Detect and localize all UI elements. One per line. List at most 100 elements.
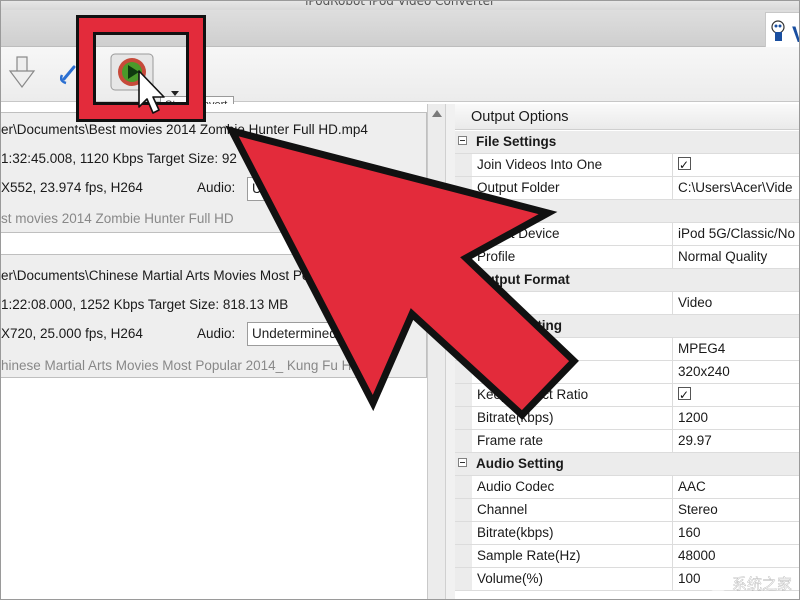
dropdown-arrow-icon[interactable] bbox=[170, 82, 180, 96]
property-name: Bitrate(kbps) bbox=[472, 407, 673, 429]
video-info: X552, 23.974 fps, H264 bbox=[1, 180, 143, 195]
gutter bbox=[455, 177, 472, 199]
gutter bbox=[455, 361, 472, 383]
property-value[interactable]: MPEG4 bbox=[673, 338, 800, 360]
property-name: Audio Codec bbox=[472, 476, 673, 498]
property-value[interactable]: 1200 bbox=[673, 407, 800, 429]
file-info: 1:32:45.008, 1120 Kbps Target Size: 92 bbox=[1, 151, 237, 166]
property-row[interactable]: Keep Aspect Ratio bbox=[455, 384, 800, 407]
audio-label: Audio: bbox=[197, 326, 236, 341]
scroll-up-icon[interactable] bbox=[432, 110, 442, 117]
gutter bbox=[455, 338, 472, 360]
collapse-icon[interactable] bbox=[458, 320, 467, 329]
section-header[interactable]: Video Setting bbox=[455, 315, 800, 338]
gutter bbox=[455, 246, 472, 268]
gutter bbox=[455, 384, 472, 406]
vertical-scrollbar[interactable] bbox=[427, 104, 446, 600]
gutter bbox=[455, 154, 472, 176]
property-name: Video Size bbox=[472, 361, 673, 383]
property-name: Profile bbox=[472, 246, 673, 268]
property-value[interactable]: 160 bbox=[673, 522, 800, 544]
gutter bbox=[455, 545, 472, 567]
gutter bbox=[455, 453, 472, 475]
property-value[interactable]: Video bbox=[673, 292, 800, 314]
list-item[interactable]: er\Documents\Best movies 2014 Zombie Hun… bbox=[0, 112, 427, 233]
property-row[interactable]: Video Size 320x240 bbox=[455, 361, 800, 384]
section-header[interactable]: Output Format bbox=[455, 269, 800, 292]
list-item[interactable]: er\Documents\Chinese Martial Arts Movies… bbox=[0, 254, 427, 378]
gutter bbox=[455, 223, 472, 245]
section-header[interactable] bbox=[455, 200, 800, 223]
watermark-text: 系统之家 bbox=[732, 575, 792, 593]
property-value[interactable] bbox=[673, 384, 800, 406]
output-options-header: Output Options bbox=[455, 104, 800, 130]
property-name: Output Folder bbox=[472, 177, 673, 199]
file-path: er\Documents\Chinese Martial Arts Movies… bbox=[1, 268, 340, 283]
watermark: 系统之家 bbox=[700, 548, 800, 600]
file-name: st movies 2014 Zombie Hunter Full HD bbox=[1, 211, 234, 226]
property-row[interactable]: Video bbox=[455, 292, 800, 315]
file-info: 1:22:08.000, 1252 Kbps Target Size: 818.… bbox=[1, 297, 289, 312]
title-bar: iPodRobot iPod Video Converter bbox=[0, 0, 800, 10]
collapse-icon[interactable] bbox=[458, 458, 467, 467]
video-info: X720, 25.000 fps, H264 bbox=[1, 326, 143, 341]
property-value[interactable]: iPod 5G/Classic/No bbox=[673, 223, 800, 245]
property-value[interactable]: C:\Users\Acer\Vide bbox=[673, 177, 800, 199]
file-name: hinese Martial Arts Movies Most Popular … bbox=[1, 358, 371, 373]
property-value[interactable] bbox=[673, 154, 800, 176]
gutter bbox=[455, 292, 472, 314]
property-value[interactable]: AAC bbox=[673, 476, 800, 498]
property-row[interactable]: Channel Stereo bbox=[455, 499, 800, 522]
gutter bbox=[455, 476, 472, 498]
property-name: Channel bbox=[472, 499, 673, 521]
property-name: Frame rate bbox=[472, 430, 673, 452]
property-value[interactable]: Stereo bbox=[673, 499, 800, 521]
window-title: iPodRobot iPod Video Converter bbox=[305, 0, 495, 8]
section-header[interactable]: Audio Setting bbox=[455, 453, 800, 476]
gutter bbox=[455, 200, 472, 222]
link-icon[interactable] bbox=[59, 61, 84, 87]
property-row[interactable]: Target Device iPod 5G/Classic/No bbox=[455, 223, 800, 246]
property-row[interactable]: Output Folder C:\Users\Acer\Vide bbox=[455, 177, 800, 200]
audio-select[interactable]: U bbox=[247, 177, 307, 201]
collapse-icon[interactable] bbox=[458, 274, 467, 283]
property-row[interactable]: Audio Codec AAC bbox=[455, 476, 800, 499]
checkbox[interactable] bbox=[678, 154, 691, 176]
gutter bbox=[455, 269, 472, 291]
property-name: Bitrate(kbps) bbox=[472, 522, 673, 544]
section-label: Output Format bbox=[476, 272, 570, 287]
property-row[interactable]: Bitrate(kbps) 160 bbox=[455, 522, 800, 545]
property-row[interactable]: Join Videos Into One bbox=[455, 154, 800, 177]
property-row[interactable]: Frame rate 29.97 bbox=[455, 430, 800, 453]
collapse-icon[interactable] bbox=[458, 205, 467, 214]
gutter bbox=[455, 315, 472, 337]
section-label: Video Setting bbox=[476, 318, 563, 333]
audio-select[interactable]: Undetermined bbox=[247, 322, 347, 346]
property-row[interactable]: Bitrate(kbps) 1200 bbox=[455, 407, 800, 430]
checkbox[interactable] bbox=[678, 384, 691, 406]
section-header[interactable]: File Settings bbox=[455, 131, 800, 154]
property-row[interactable]: Profile Normal Quality bbox=[455, 246, 800, 269]
property-value[interactable]: Normal Quality bbox=[673, 246, 800, 268]
section-label: Audio Setting bbox=[476, 456, 564, 471]
svg-text:V: V bbox=[792, 22, 800, 47]
property-name bbox=[472, 338, 673, 360]
property-value[interactable]: 320x240 bbox=[673, 361, 800, 383]
app-logo: V bbox=[765, 12, 800, 48]
section-label: File Settings bbox=[476, 134, 557, 149]
property-value[interactable]: 29.97 bbox=[673, 430, 800, 452]
toolbar bbox=[0, 47, 800, 102]
collapse-icon[interactable] bbox=[458, 136, 467, 145]
download-icon[interactable] bbox=[6, 53, 40, 93]
convert-play-icon[interactable] bbox=[110, 53, 154, 91]
property-name: Join Videos Into One bbox=[472, 154, 673, 176]
property-name: Volume(%) bbox=[472, 568, 673, 590]
property-name: Keep Aspect Ratio bbox=[472, 384, 673, 406]
gutter bbox=[455, 430, 472, 452]
gutter bbox=[455, 499, 472, 521]
property-row[interactable]: MPEG4 bbox=[455, 338, 800, 361]
audio-label: Audio: bbox=[197, 180, 236, 195]
gutter bbox=[455, 407, 472, 429]
menu-bar bbox=[0, 10, 800, 47]
property-name bbox=[472, 292, 673, 314]
